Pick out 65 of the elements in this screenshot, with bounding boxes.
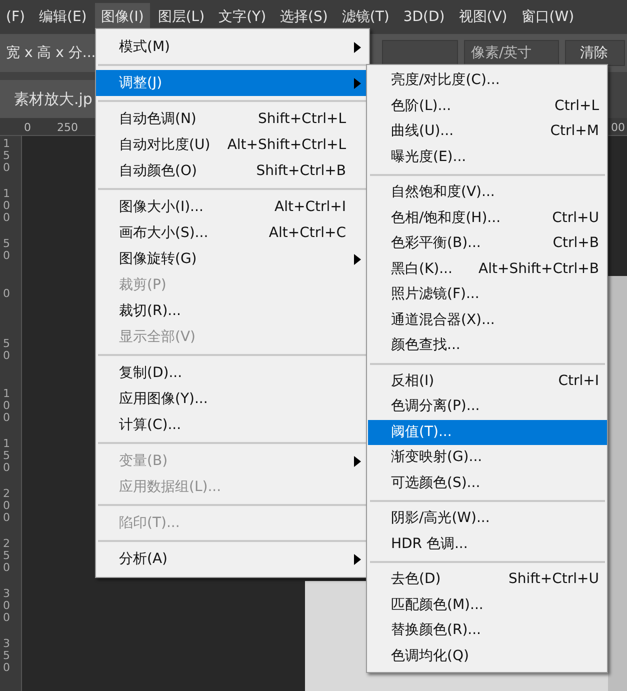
menu-item[interactable]: 可选颜色(S)... bbox=[368, 470, 607, 496]
ruler-label: 200 bbox=[3, 488, 10, 524]
menu-bar-item[interactable]: (F) bbox=[0, 3, 31, 31]
submenu-arrow-icon bbox=[354, 554, 361, 564]
menu-item[interactable]: 通道混合器(X)... bbox=[368, 308, 607, 333]
menu-bar-item[interactable]: 3D(D) bbox=[397, 3, 451, 31]
menu-item[interactable]: 匹配颜色(M)... bbox=[368, 592, 607, 618]
ruler-label: 00 bbox=[611, 121, 626, 135]
menu-item[interactable]: 应用图像(Y)... bbox=[96, 386, 369, 412]
ruler-label: 300 bbox=[3, 588, 10, 624]
menu-item[interactable]: 图像旋转(G) bbox=[96, 246, 369, 272]
menu-bar-item[interactable]: 图层(L) bbox=[152, 3, 211, 31]
menu-item[interactable]: 图像大小(I)... Alt+Ctrl+I bbox=[96, 194, 369, 220]
ruler-label: 350 bbox=[3, 638, 10, 674]
menu-item[interactable]: 颜色查找... bbox=[368, 333, 607, 358]
menu-bar-item[interactable]: 窗口(W) bbox=[515, 3, 580, 31]
ruler-label: 0 bbox=[24, 121, 31, 135]
ruler-label: 250 bbox=[57, 121, 78, 135]
menu-item[interactable]: 黑白(K)... Alt+Shift+Ctrl+B bbox=[368, 256, 607, 282]
ruler-label: 0 bbox=[3, 288, 10, 300]
ruler-label: 100 bbox=[3, 388, 10, 424]
menu-item[interactable]: 去色(D) Shift+Ctrl+U bbox=[368, 567, 607, 592]
ruler-label: 100 bbox=[3, 188, 10, 224]
menu-item[interactable]: HDR 色调... bbox=[368, 532, 607, 557]
menu-item[interactable]: 模式(M) bbox=[96, 34, 369, 60]
menu-item[interactable]: 色彩平衡(B)... Ctrl+B bbox=[368, 231, 607, 256]
ruler-label: 250 bbox=[3, 538, 10, 574]
unit-dropdown[interactable]: 像素/英寸 bbox=[464, 40, 559, 66]
menu-item[interactable]: 复制(D)... bbox=[96, 360, 369, 386]
menu-item[interactable]: 色阶(L)... Ctrl+L bbox=[368, 94, 607, 119]
menu-item[interactable]: 计算(C)... bbox=[96, 412, 369, 438]
menu-item[interactable]: 亮度/对比度(C)... bbox=[368, 68, 607, 94]
menu-item[interactable]: 分析(A) bbox=[96, 546, 369, 572]
menu-item[interactable]: 曲线(U)... Ctrl+M bbox=[368, 119, 607, 144]
menu-item[interactable]: 自动对比度(U) Alt+Shift+Ctrl+L bbox=[96, 132, 369, 158]
menu-item[interactable]: 色调分离(P)... bbox=[368, 394, 607, 420]
menu-bar-item[interactable]: 滤镜(T) bbox=[336, 3, 396, 31]
menu-item[interactable]: 照片滤镜(F)... bbox=[368, 282, 607, 308]
menu-item[interactable]: 自动颜色(O) Shift+Ctrl+B bbox=[96, 158, 369, 184]
menu-item[interactable]: 曝光度(E)... bbox=[368, 144, 607, 170]
menu-item[interactable]: 自然饱和度(V)... bbox=[368, 180, 607, 206]
submenu-arrow-icon bbox=[354, 254, 361, 264]
submenu-arrow-icon bbox=[354, 42, 361, 52]
ruler-label: 150 bbox=[3, 138, 10, 174]
menu-item[interactable]: 渐变映射(G)... bbox=[368, 445, 607, 470]
menu-item[interactable]: 调整(J) bbox=[96, 70, 369, 96]
submenu-arrow-icon bbox=[354, 456, 361, 466]
menu-item[interactable]: 替换颜色(R)... bbox=[368, 618, 607, 644]
menu-item[interactable]: 色相/饱和度(H)... Ctrl+U bbox=[368, 206, 607, 231]
menu-bar-item[interactable]: 文字(Y) bbox=[212, 3, 272, 31]
menu-bar-item[interactable]: 视图(V) bbox=[452, 3, 514, 31]
ruler-label: 50 bbox=[3, 338, 10, 362]
menu-item[interactable]: 色调均化(Q) bbox=[368, 644, 607, 669]
menu-bar-item[interactable]: 选择(S) bbox=[274, 3, 334, 31]
menu-bar-item[interactable]: 编辑(E) bbox=[32, 3, 93, 31]
menu-item[interactable]: 画布大小(S)... Alt+Ctrl+C bbox=[96, 220, 369, 246]
ruler-label: 150 bbox=[3, 438, 10, 474]
ruler-label: 50 bbox=[3, 238, 10, 262]
menu-item[interactable]: 裁切(R)... bbox=[96, 298, 369, 324]
value-field[interactable] bbox=[382, 40, 458, 66]
clear-button[interactable]: 清除 bbox=[565, 40, 625, 66]
menu-item[interactable]: 反相(I) Ctrl+I bbox=[368, 368, 607, 394]
menu-item[interactable]: 阴影/高光(W)... bbox=[368, 506, 607, 532]
menu-item[interactable]: 阈值(T)... bbox=[368, 420, 607, 445]
submenu-arrow-icon bbox=[354, 78, 361, 88]
